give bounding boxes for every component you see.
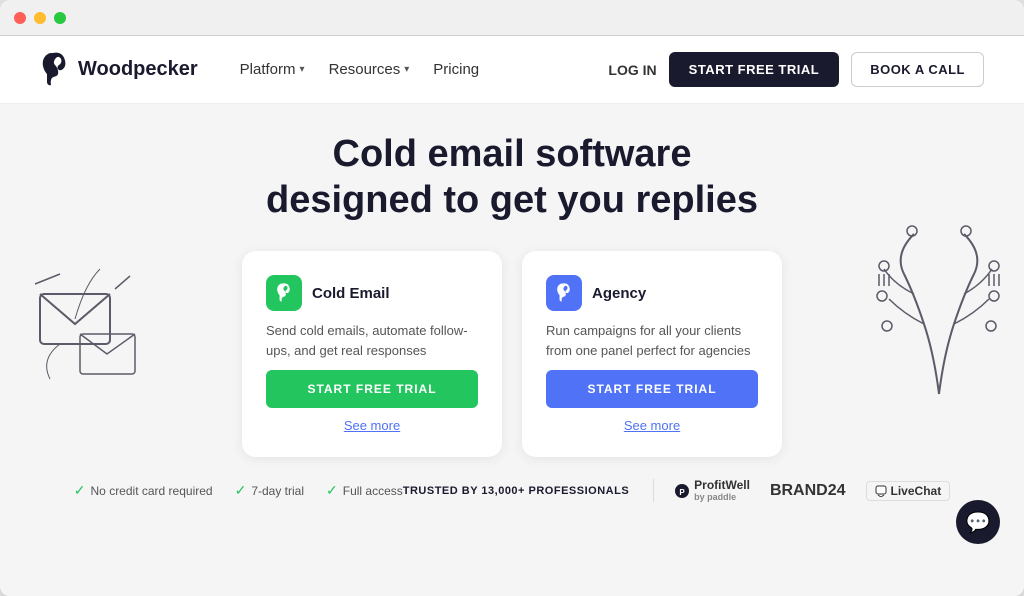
login-link[interactable]: LOG IN (608, 62, 656, 78)
hero-title: Cold email software designed to get you … (266, 132, 758, 223)
nav-pricing[interactable]: Pricing (423, 55, 489, 84)
brand24-logo: BRAND24 (770, 482, 846, 500)
trusted-section: TRUSTED BY 13,000+ PROFESSIONALS P Profi… (403, 479, 950, 502)
close-button[interactable] (14, 12, 26, 24)
agency-card: Agency Run campaigns for all your client… (522, 251, 782, 457)
check-icon: ✓ (74, 482, 86, 499)
hero-section: Cold email software designed to get you … (0, 104, 1024, 596)
page-content: Woodpecker Platform ▾ Resources ▾ Pricin… (0, 36, 1024, 596)
nav-platform[interactable]: Platform ▾ (230, 55, 315, 84)
card-header: Agency (546, 275, 758, 311)
logo[interactable]: Woodpecker (40, 52, 198, 88)
card-header: Cold Email (266, 275, 478, 311)
doodle-right-icon (874, 204, 1004, 404)
cold-email-see-more-link[interactable]: See more (266, 418, 478, 433)
cold-email-cta-button[interactable]: START FREE TRIAL (266, 370, 478, 408)
svg-text:P: P (679, 488, 685, 497)
nav-resources[interactable]: Resources ▾ (319, 55, 420, 84)
cold-email-title: Cold Email (312, 285, 390, 302)
agency-see-more-link[interactable]: See more (546, 418, 758, 433)
badge-7-day: ✓ 7-day trial (235, 482, 304, 499)
maximize-button[interactable] (54, 12, 66, 24)
chevron-down-icon: ▾ (300, 64, 305, 75)
chat-bubble-button[interactable]: 💬 (956, 500, 1000, 544)
chevron-down-icon: ▾ (404, 64, 409, 75)
nav-links: Platform ▾ Resources ▾ Pricing (230, 55, 609, 84)
trust-badges: ✓ No credit card required ✓ 7-day trial … (74, 482, 403, 499)
badge-full-access: ✓ Full access (326, 482, 403, 499)
nav-actions: LOG IN START FREE TRIAL BOOK A CALL (608, 52, 984, 87)
product-cards: Cold Email Send cold emails, automate fo… (242, 251, 782, 457)
badge-no-cc: ✓ No credit card required (74, 482, 213, 499)
profitwell-sub: by paddle (694, 492, 750, 502)
agency-icon (546, 275, 582, 311)
logo-icon (40, 52, 70, 88)
browser-window: Woodpecker Platform ▾ Resources ▾ Pricin… (0, 0, 1024, 596)
cold-email-card: Cold Email Send cold emails, automate fo… (242, 251, 502, 457)
browser-chrome (0, 0, 1024, 36)
minimize-button[interactable] (34, 12, 46, 24)
bottom-bar: ✓ No credit card required ✓ 7-day trial … (34, 471, 990, 510)
doodle-left-icon (30, 264, 140, 394)
agency-title: Agency (592, 285, 646, 302)
logo-text: Woodpecker (78, 58, 198, 81)
profitwell-icon: P (674, 483, 690, 499)
navbar: Woodpecker Platform ▾ Resources ▾ Pricin… (0, 36, 1024, 104)
livechat-icon (875, 485, 887, 497)
agency-cta-button[interactable]: START FREE TRIAL (546, 370, 758, 408)
check-icon: ✓ (235, 482, 247, 499)
brand-logos: P ProfitWell by paddle BRAND24 LiveChat (653, 479, 950, 502)
start-free-trial-button[interactable]: START FREE TRIAL (669, 52, 840, 87)
cold-email-desc: Send cold emails, automate follow-ups, a… (266, 321, 478, 360)
cold-email-icon (266, 275, 302, 311)
profitwell-logo: P ProfitWell by paddle (674, 479, 750, 502)
livechat-logo: LiveChat (866, 481, 951, 501)
agency-desc: Run campaigns for all your clients from … (546, 321, 758, 360)
profitwell-name: ProfitWell (694, 479, 750, 492)
chat-icon: 💬 (966, 510, 991, 535)
check-icon: ✓ (326, 482, 338, 499)
trusted-text: TRUSTED BY 13,000+ PROFESSIONALS (403, 485, 629, 497)
book-call-button[interactable]: BOOK A CALL (851, 52, 984, 87)
